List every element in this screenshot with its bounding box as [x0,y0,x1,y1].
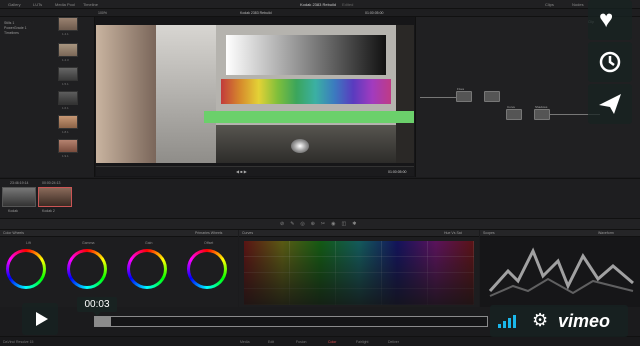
scopes-panel [480,237,640,307]
project-status: Edited [342,2,354,7]
gallery-item[interactable]: PowerGrade 1 [4,26,27,30]
color-bars [221,79,391,104]
offset-wheel[interactable] [187,249,227,289]
page-navigation: DaVinci Resolve 15 Media Edit Fusion Col… [0,336,640,346]
palette-toolbar: ⊘✎◎⊕✂◉◫✱ [0,218,640,230]
page-fairlight[interactable]: Fairlight [356,340,368,344]
gallery-item[interactable]: Stills 1 [4,21,14,25]
player-controls: ⚙ vimeo [490,305,628,337]
tab-gallery[interactable]: Gallery [8,2,21,7]
page-color[interactable]: Color [328,340,336,344]
color-wheels-header: Color Wheels Primaries Wheels [0,230,238,237]
viewer-header: 100% Kodak 2383 Rebuild 01:00:05:00 [0,9,640,17]
volume-icon[interactable] [498,314,520,328]
palette-icons[interactable]: ⊘✎◎⊕✂◉◫✱ [280,221,362,227]
model-figure [96,25,156,163]
clip-title: Kodak 2383 Rebuild [240,11,272,15]
wheel-label: Gamma [82,241,95,245]
page-deliver[interactable]: Deliver [388,340,399,344]
lift-wheel[interactable] [6,249,46,289]
share-button[interactable] [588,84,632,124]
zoom-level[interactable]: 100% [98,11,107,15]
viewer-timecode: 01:00:05:00 [365,11,384,15]
node-fixes[interactable]: Fixes [456,87,472,102]
tab-luts[interactable]: LUTs [33,2,42,7]
color-wheels-panel: Lift Gamma Gain Offset [0,237,238,307]
clip-timecode: 00:00:24:13 [42,181,61,185]
still-label: 1.4.1 [62,32,69,36]
node-label: Shadows [535,105,548,109]
curve-editor[interactable] [244,241,474,305]
heart-icon: ♥ [599,6,614,33]
curves-header: Curves Hue Vs Sat [239,230,479,237]
still-thumb[interactable] [58,67,78,81]
gain-wheel[interactable] [127,249,167,289]
time-tooltip: 00:03 [77,297,117,316]
tab-nodes[interactable]: Nodes [572,2,584,7]
panel-title: Color Wheels [3,231,25,235]
clip-thumb[interactable] [2,187,36,207]
vimeo-logo[interactable]: vimeo [558,311,610,332]
settings-icon[interactable]: ⚙ [532,310,548,331]
wheel-label: Offset [204,241,214,245]
tab-media-pool[interactable]: Media Pool [55,2,75,7]
tab-timeline[interactable]: Timeline [83,2,98,7]
still-thumb[interactable] [58,91,78,105]
play-button[interactable] [22,303,58,335]
progress-fill [95,317,111,326]
gallery-panel: Stills 1 PowerGrade 1 Timelines 1.4.1 1.… [0,17,95,177]
app-name: DaVinci Resolve 15 [3,340,34,344]
viewer-transport: ◀ ■ ▶ 01:00:05:00 [96,166,414,176]
tab-clips[interactable]: Clips [545,2,554,7]
node[interactable] [484,91,500,102]
still-thumb[interactable] [58,43,78,57]
clip-name: Kodak [8,209,18,213]
page-edit[interactable]: Edit [268,340,274,344]
background-wall [156,25,216,163]
page-media[interactable]: Media [240,340,250,344]
play-icon[interactable]: ◀ ■ ▶ [236,169,247,174]
still-label: 1.8.1 [62,130,69,134]
video-frame [96,25,414,163]
watch-later-button[interactable] [588,42,632,82]
panel-title: Curves [242,231,254,235]
node-connector [420,97,456,98]
page-fusion[interactable]: Fusion [296,340,307,344]
clip-thumb-selected[interactable] [38,187,72,207]
scopes-header: Scopes Waveform [480,230,640,237]
gamma-wheel[interactable] [67,249,107,289]
clip-timecode: 23:46:19:14 [10,181,29,185]
green-scale [204,111,414,123]
curves-mode[interactable]: Hue Vs Sat [444,231,462,235]
node-curve[interactable]: Curve [506,105,522,120]
lamp [291,139,309,153]
panel-title: Scopes [483,231,495,235]
still-label: 1.6.1 [62,106,69,110]
still-thumb[interactable] [58,17,78,31]
still-thumb[interactable] [58,139,78,153]
send-icon [599,94,621,114]
grey-scale [226,35,386,75]
project-title: Kodak 2383 Rebuild [300,2,337,7]
still-label: 1.4.3 [62,58,69,62]
node-label: Curve [507,105,516,109]
still-label: 1.5.1 [62,82,69,86]
wheel-label: Lift [26,241,31,245]
clip-name: Kodak 2 [42,209,55,213]
scope-mode[interactable]: Waveform [598,231,614,235]
top-toolbar: Gallery LUTs Media Pool Timeline Kodak 2… [0,0,640,9]
clock-icon [599,51,621,73]
gallery-item[interactable]: Timelines [4,31,19,35]
wheels-mode[interactable]: Primaries Wheels [195,231,222,235]
node-label: Fixes [457,87,465,91]
wheel-label: Gain [145,241,153,245]
still-thumb[interactable] [58,115,78,129]
progress-bar[interactable] [94,316,488,327]
clip-strip: 23:46:19:14 Kodak 00:00:24:13 Kodak 2 [0,178,640,218]
still-label: 1.9.1 [62,154,69,158]
node-shadows[interactable]: Shadows [534,105,550,120]
waveform-scope [488,247,634,297]
transport-timecode: 01:00:05:00 [388,170,407,174]
like-button[interactable]: ♥ [588,0,632,40]
